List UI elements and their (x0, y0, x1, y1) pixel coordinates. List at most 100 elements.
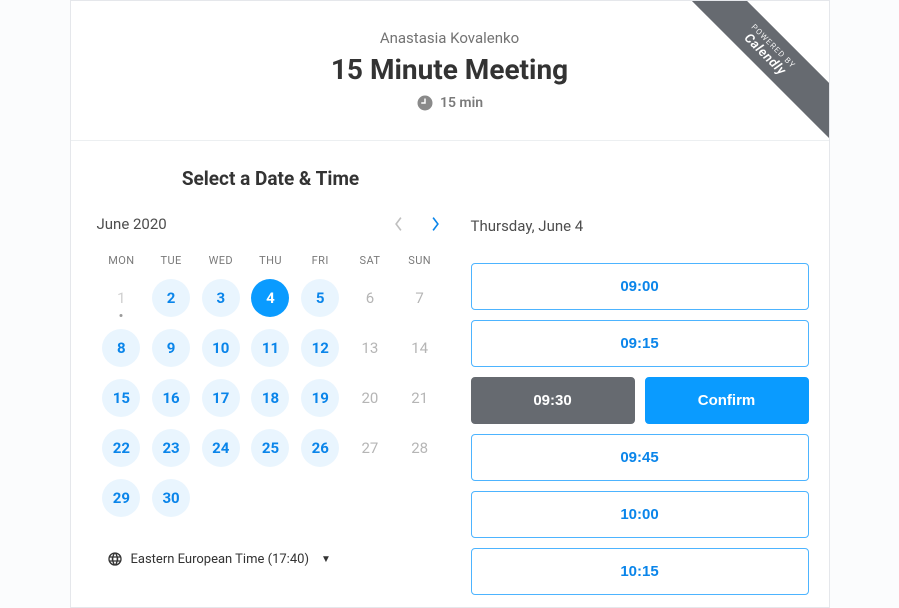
calendar-day[interactable]: 24 (202, 429, 240, 467)
weekday-label: SAT (345, 254, 395, 267)
calendar-day-cell: 22 (97, 427, 147, 469)
calendar-day[interactable]: 17 (202, 379, 240, 417)
calendar-day-cell: 6 (345, 277, 395, 319)
calendar-day[interactable]: 19 (301, 379, 339, 417)
calendar-day-cell (196, 477, 246, 519)
meeting-duration: 15 min (416, 94, 483, 112)
ribbon-line1: POWERED BY (677, 1, 828, 142)
calendar-day-cell: 11 (246, 327, 296, 369)
calendar-day-cell: 21 (395, 377, 445, 419)
calendar-day-cell: 30 (146, 477, 196, 519)
calendar-day-cell: 19 (295, 377, 345, 419)
calendar-day-cell: 14 (395, 327, 445, 369)
calendar-panel: Select a Date & Time June 2020 MONTUEWED… (91, 167, 451, 595)
calendar-day-cell: 13 (345, 327, 395, 369)
timeslot-button[interactable]: 10:15 (471, 548, 809, 595)
weekday-label: THU (246, 254, 296, 267)
duration-text: 15 min (440, 95, 483, 111)
calendar-day-cell: 7 (395, 277, 445, 319)
calendar-day[interactable]: 9 (152, 329, 190, 367)
calendar-day-cell: 27 (345, 427, 395, 469)
calendar-day: 21 (401, 379, 439, 417)
calendar-day[interactable]: 11 (251, 329, 289, 367)
month-label: June 2020 (97, 215, 167, 233)
calendar-day[interactable]: 25 (251, 429, 289, 467)
selected-date-label: Thursday, June 4 (471, 217, 809, 235)
calendar-week: 22 23 24 25 262728 (97, 427, 445, 469)
calendar-day-cell (345, 477, 395, 519)
calendar-day[interactable]: 12 (301, 329, 339, 367)
calendar-day-cell: 9 (146, 327, 196, 369)
timezone-label: Eastern European Time (17:40) (131, 552, 309, 567)
calendar-day-cell: 24 (196, 427, 246, 469)
calendar-day-cell (395, 477, 445, 519)
calendar-day-cell: 17 (196, 377, 246, 419)
calendar-day[interactable]: 4 (251, 279, 289, 317)
calendar-day-cell: 10 (196, 327, 246, 369)
calendar-day-cell: 5 (295, 277, 345, 319)
weekday-label: SUN (395, 254, 445, 267)
calendar-day[interactable]: 18 (251, 379, 289, 417)
calendar-day-cell: 12 (295, 327, 345, 369)
weekday-label: FRI (295, 254, 345, 267)
timeslot-list: 09:00 09:15 09:30Confirm 09:45 10:00 10:15 (471, 263, 809, 595)
timeslot-button[interactable]: 09:45 (471, 434, 809, 481)
timeslot: 10:00 (471, 491, 809, 538)
calendar-day[interactable]: 30 (152, 479, 190, 517)
calendar-day-cell: 20 (345, 377, 395, 419)
calendar-week: 29 30 (97, 477, 445, 519)
calendar-day[interactable]: 22 (102, 429, 140, 467)
calendar-week: 1234567 (97, 277, 445, 319)
calendar-day[interactable]: 15 (102, 379, 140, 417)
section-title: Select a Date & Time (97, 167, 445, 190)
calendar-day: 13 (351, 329, 389, 367)
today-indicator (120, 314, 123, 317)
calendar-grid: 1234567891011121314151617181920212223242… (97, 277, 445, 519)
timeslot: 10:15 (471, 548, 809, 595)
next-month-button[interactable] (426, 212, 445, 236)
clock-icon (416, 94, 434, 112)
timeslot-button[interactable]: 09:30 (471, 377, 635, 424)
calendar-week: 15 16 17 18 19 20 21 (97, 377, 445, 419)
calendar-day-cell: 8 (97, 327, 147, 369)
calendar-day-cell: 4 (246, 277, 296, 319)
calendar-day[interactable]: 3 (202, 279, 240, 317)
calendar-day: 28 (401, 429, 439, 467)
calendar-day: 6 (351, 279, 389, 317)
calendar-day[interactable]: 2 (152, 279, 190, 317)
calendar-day: 20 (351, 379, 389, 417)
timeslot-button[interactable]: 09:00 (471, 263, 809, 310)
calendar-day[interactable]: 23 (152, 429, 190, 467)
calendar-day-cell (295, 477, 345, 519)
powered-by-ribbon[interactable]: POWERED BY Calendly (629, 1, 829, 201)
calendar-week: 89 10 11 12 13 14 (97, 327, 445, 369)
month-nav: June 2020 (97, 212, 445, 236)
calendar-day[interactable]: 5 (301, 279, 339, 317)
calendar-day: 14 (401, 329, 439, 367)
prev-month-button[interactable] (389, 212, 408, 236)
weekday-label: TUE (146, 254, 196, 267)
calendar-day-cell: 23 (146, 427, 196, 469)
weekday-header: MONTUEWEDTHUFRISATSUN (97, 254, 445, 267)
calendar-day-cell: 28 (395, 427, 445, 469)
calendar-day: 1 (102, 279, 140, 317)
calendar-day-cell: 25 (246, 427, 296, 469)
calendar-day[interactable]: 16 (152, 379, 190, 417)
calendar-day-cell: 1 (97, 277, 147, 319)
globe-icon (107, 551, 123, 567)
chevron-right-icon (430, 216, 441, 232)
calendar-day-cell: 16 (146, 377, 196, 419)
timeslot-button[interactable]: 10:00 (471, 491, 809, 538)
calendar-day[interactable]: 8 (102, 329, 140, 367)
timeslot-button[interactable]: 09:15 (471, 320, 809, 367)
calendar-day[interactable]: 10 (202, 329, 240, 367)
calendar-day[interactable]: 26 (301, 429, 339, 467)
confirm-button[interactable]: Confirm (645, 377, 809, 424)
calendar-day[interactable]: 29 (102, 479, 140, 517)
calendar-day-cell (246, 477, 296, 519)
caret-down-icon: ▼ (321, 554, 331, 565)
calendar-day: 7 (401, 279, 439, 317)
calendar-day-cell: 18 (246, 377, 296, 419)
weekday-label: WED (196, 254, 246, 267)
timezone-selector[interactable]: Eastern European Time (17:40) ▼ (97, 551, 331, 567)
